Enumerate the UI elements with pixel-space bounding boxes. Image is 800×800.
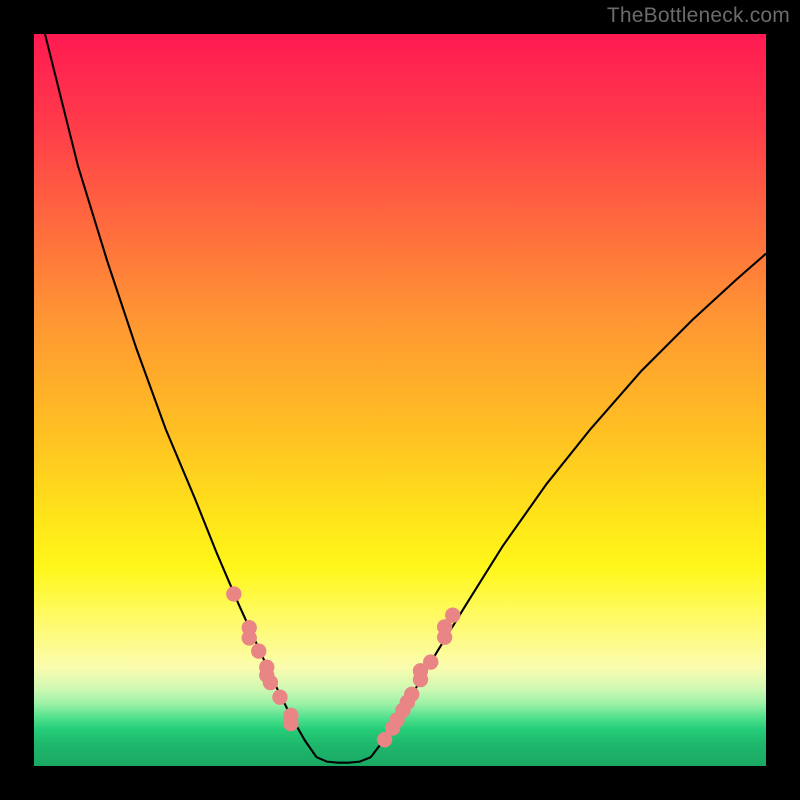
curve-group xyxy=(38,34,766,763)
watermark-label: TheBottleneck.com xyxy=(607,4,790,28)
chart-svg xyxy=(34,34,766,766)
data-marker xyxy=(251,643,266,658)
curve-right-path xyxy=(371,254,766,758)
curve-left-path xyxy=(38,34,317,757)
data-marker xyxy=(423,654,438,669)
data-marker xyxy=(263,675,278,690)
data-marker xyxy=(445,608,460,623)
data-marker xyxy=(272,690,287,705)
chart-frame: TheBottleneck.com xyxy=(0,0,800,800)
data-marker xyxy=(226,586,241,601)
curve-flat-path xyxy=(317,757,371,762)
data-marker xyxy=(404,687,419,702)
markers-right-group xyxy=(377,608,460,748)
data-marker xyxy=(283,716,298,731)
data-marker xyxy=(242,630,257,645)
